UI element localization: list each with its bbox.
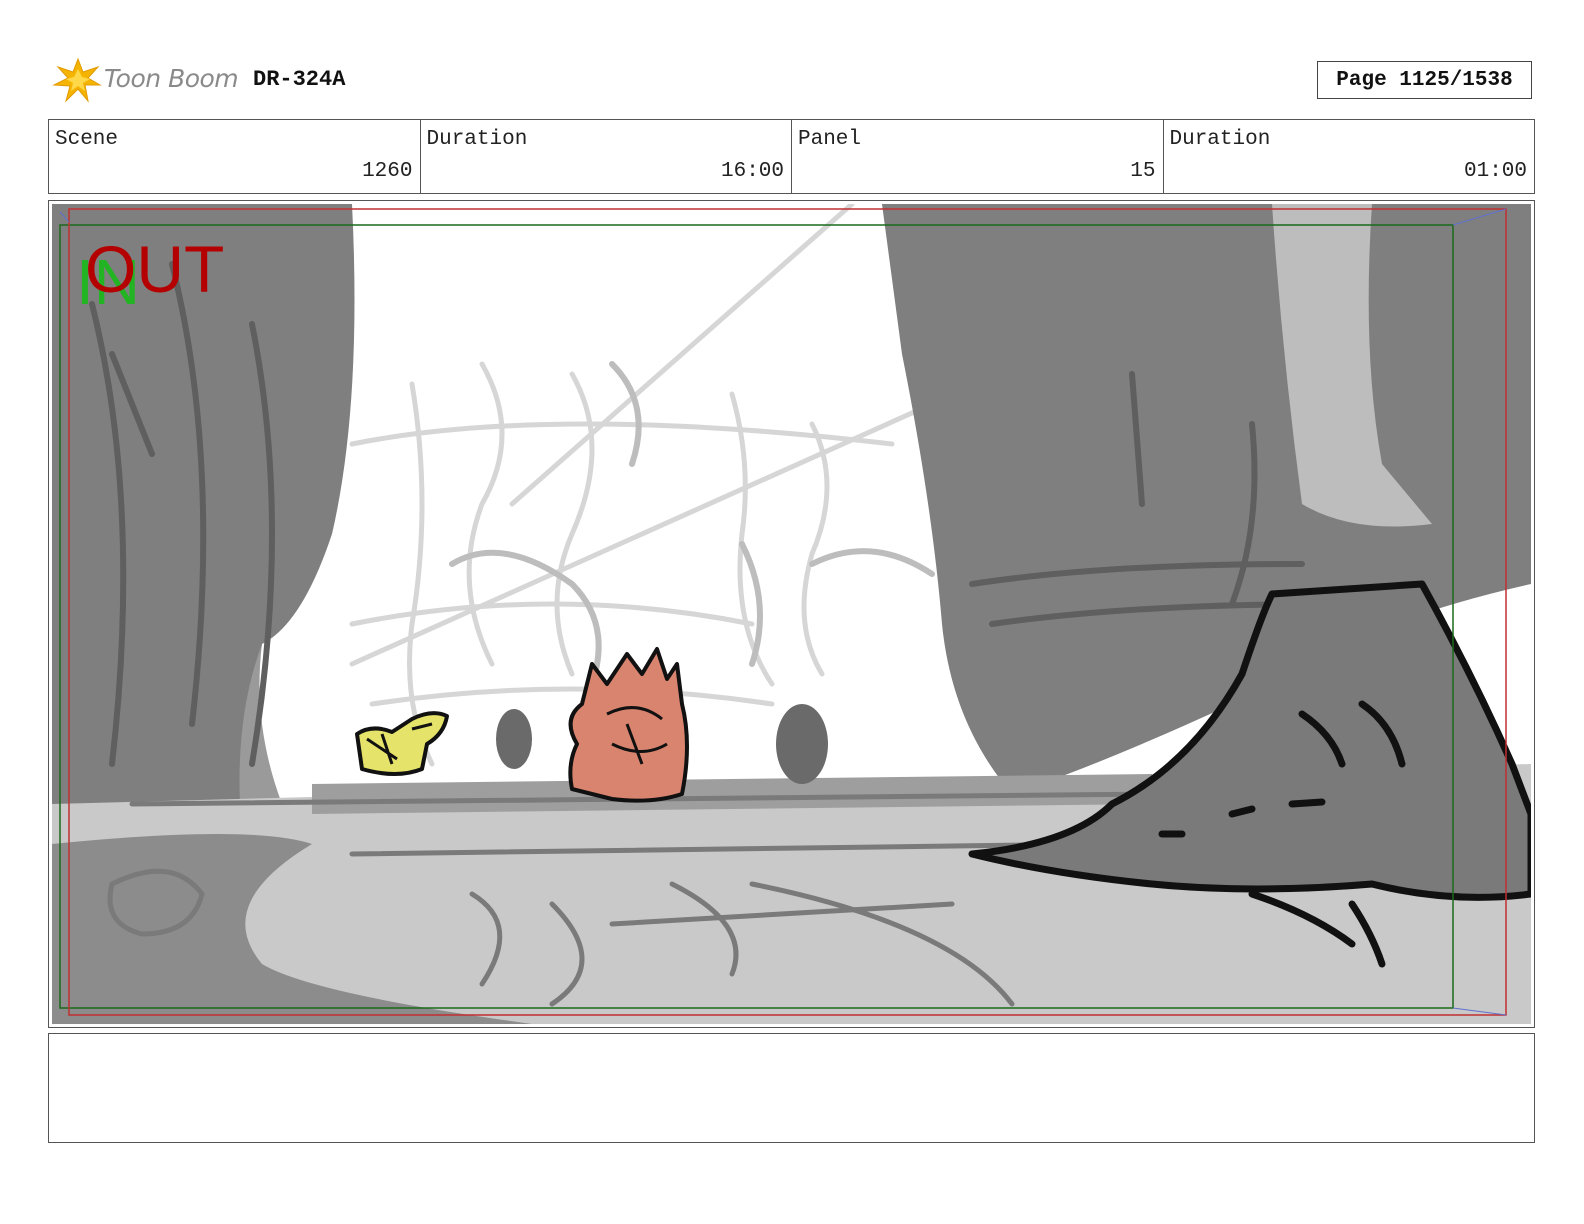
document-code: DR-324A (253, 67, 346, 92)
scene-cell: Scene 1260 (49, 120, 421, 193)
scene-duration-label: Duration (426, 128, 528, 151)
scene-duration-value: 16:00 (720, 160, 784, 183)
panel-duration-label: Duration (1169, 128, 1271, 151)
scene-info-table: Scene 1260 Duration 16:00 Panel 15 Durat… (48, 119, 1535, 194)
scene-duration-cell: Duration 16:00 (421, 120, 792, 193)
panel-value: 15 (1130, 160, 1156, 183)
brand-name: Toon Boom (104, 64, 239, 93)
scene-value: 1260 (362, 160, 413, 183)
scene-label: Scene (55, 128, 119, 151)
panel-label: Panel (798, 128, 862, 151)
panel-duration-cell: Duration 01:00 (1164, 120, 1535, 193)
out-marker: OUT (85, 232, 225, 306)
storyboard-sketch-image (52, 204, 1531, 1024)
panel-duration-value: 01:00 (1463, 160, 1527, 183)
panel-cell: Panel 15 (792, 120, 1164, 193)
panel-notes-box (48, 1033, 1535, 1143)
page-number: Page 1125/1538 (1317, 61, 1532, 99)
